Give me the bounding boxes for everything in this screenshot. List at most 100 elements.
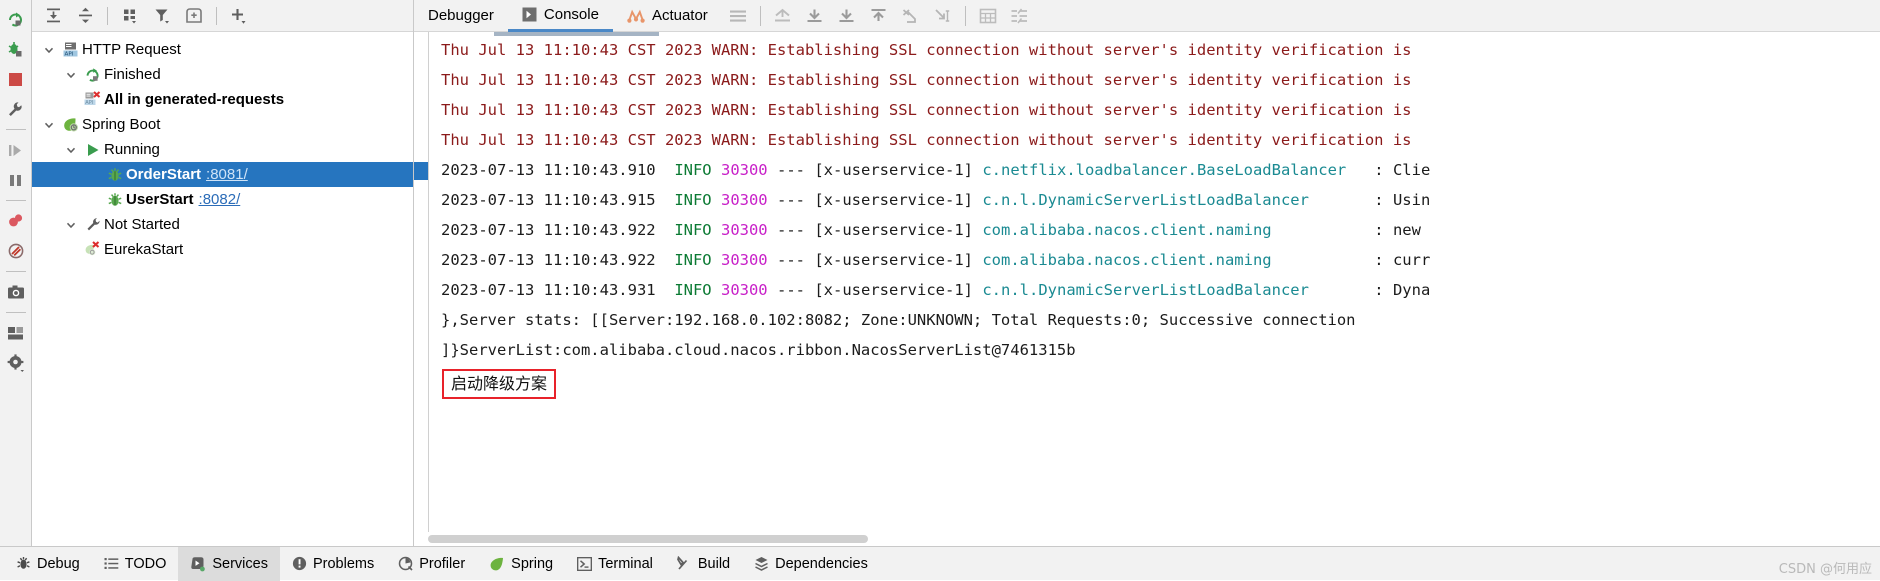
tab-debugger[interactable]: Debugger <box>414 0 508 32</box>
tree-node-port-link[interactable]: :8082/ <box>199 191 241 208</box>
scrollbar-thumb[interactable] <box>428 535 868 543</box>
status-item-label: Spring <box>511 555 554 572</box>
gutter-marker <box>414 162 428 180</box>
services-tree-panel: API HTTP Request Finished API All in gen… <box>32 0 414 546</box>
tree-node-label: OrderStart <box>126 166 202 183</box>
spring-leaf-icon <box>489 557 505 571</box>
group-by-icon[interactable] <box>115 3 145 29</box>
log-warn-text: Thu Jul 13 11:10:43 CST 2023 WARN: Estab… <box>441 101 1412 119</box>
tree-node-running[interactable]: Running <box>32 137 413 162</box>
wrench-settings-icon[interactable] <box>2 94 30 124</box>
log-message: Dyna <box>1392 281 1431 299</box>
run-tool-vertical-toolbar <box>0 0 32 546</box>
tree-node-finished[interactable]: Finished <box>32 62 413 87</box>
log-logger: c.netflix.loadbalancer.BaseLoadBalancer <box>982 161 1347 179</box>
rerun-icon[interactable] <box>2 4 30 34</box>
log-thread: [x-userservice-1] <box>814 281 973 299</box>
chevron-down-icon[interactable] <box>60 219 82 231</box>
resume-program-icon[interactable] <box>2 135 30 165</box>
console-log-text[interactable]: Thu Jul 13 11:10:43 CST 2023 WARN: Estab… <box>429 32 1880 546</box>
log-colon: : <box>1374 191 1393 209</box>
settings-gear-icon[interactable] <box>2 348 30 378</box>
tree-node-not-started[interactable]: Not Started <box>32 212 413 237</box>
print-icon[interactable] <box>831 3 863 29</box>
log-level: INFO <box>674 281 712 299</box>
log-logger: com.alibaba.nacos.client.naming <box>982 221 1272 239</box>
view-breakpoints-icon[interactable] <box>2 206 30 236</box>
log-line: 启动降级方案 <box>441 365 1880 401</box>
problems-icon <box>292 556 307 571</box>
chevron-down-icon[interactable] <box>60 69 82 81</box>
bug-green-icon <box>104 192 126 208</box>
soft-wrap-icon[interactable] <box>722 3 754 29</box>
add-service-icon[interactable] <box>224 3 254 29</box>
camera-snapshot-icon[interactable] <box>2 277 30 307</box>
status-item-build[interactable]: Build <box>665 547 742 581</box>
status-item-terminal[interactable]: Terminal <box>565 547 665 581</box>
status-item-label: Terminal <box>598 555 653 572</box>
log-colon: : <box>1374 281 1393 299</box>
stop-icon[interactable] <box>2 64 30 94</box>
tab-actuator[interactable]: Actuator <box>613 0 722 32</box>
expand-all-icon[interactable] <box>38 3 68 29</box>
tree-node-label: Running <box>104 141 160 158</box>
chevron-down-icon[interactable] <box>38 119 60 131</box>
chevron-down-icon[interactable] <box>60 144 82 156</box>
tree-node-http-request[interactable]: API HTTP Request <box>32 37 413 62</box>
status-item-profiler[interactable]: Profiler <box>386 547 477 581</box>
clear-all-icon[interactable] <box>895 3 927 29</box>
log-plain-text: },Server stats: [[Server:192.168.0.102:8… <box>441 311 1356 329</box>
add-tab-icon[interactable] <box>179 3 209 29</box>
log-level: INFO <box>674 251 712 269</box>
tree-node-eureka-start[interactable]: EurekaStart <box>32 237 413 262</box>
rerun-debug-icon[interactable] <box>2 34 30 64</box>
pause-program-icon[interactable] <box>2 165 30 195</box>
layout-icon[interactable] <box>2 318 30 348</box>
tree-node-order-start[interactable]: OrderStart :8081/ <box>32 162 413 187</box>
status-item-debug[interactable]: Debug <box>4 547 92 581</box>
status-item-todo[interactable]: TODO <box>92 547 179 581</box>
console-output-area[interactable]: Thu Jul 13 11:10:43 CST 2023 WARN: Estab… <box>414 32 1880 546</box>
collapse-all-icon[interactable] <box>70 3 100 29</box>
log-separator: --- <box>777 191 805 209</box>
log-line: 2023-07-13 11:10:43.915 INFO 30300 --- [… <box>441 185 1880 215</box>
log-warn-text: Thu Jul 13 11:10:43 CST 2023 WARN: Estab… <box>441 71 1412 89</box>
status-item-spring[interactable]: Spring <box>477 547 565 581</box>
status-item-problems[interactable]: Problems <box>280 547 386 581</box>
tree-node-spring-boot[interactable]: Spring Boot <box>32 112 413 137</box>
services-tree[interactable]: API HTTP Request Finished API All in gen… <box>32 32 413 546</box>
scroll-to-end-icon[interactable] <box>799 3 831 29</box>
up-the-stack-icon[interactable] <box>863 3 895 29</box>
console-panel: Debugger Console Actuator Thu Jul 13 11:… <box>414 0 1880 546</box>
chevron-down-icon[interactable] <box>38 44 60 56</box>
api-icon: API <box>60 41 82 58</box>
console-icon <box>522 7 537 22</box>
tree-node-label: Not Started <box>104 216 180 233</box>
align-lines-icon[interactable] <box>1004 3 1036 29</box>
tree-node-user-start[interactable]: UserStart :8082/ <box>32 187 413 212</box>
log-pid: 30300 <box>720 161 768 179</box>
log-separator: --- <box>777 221 805 239</box>
svg-text:API: API <box>64 51 73 57</box>
tree-node-label: UserStart <box>126 191 194 208</box>
api-error-icon: API <box>82 91 104 108</box>
tree-node-label: Spring Boot <box>82 116 161 133</box>
table-view-icon[interactable] <box>972 3 1004 29</box>
spring-leaf-icon <box>60 117 82 133</box>
tree-node-label: HTTP Request <box>82 41 181 58</box>
status-item-services[interactable]: Services <box>178 546 280 581</box>
ide-window: API HTTP Request Finished API All in gen… <box>0 0 1880 581</box>
tree-node-all-in-generated-requests[interactable]: API All in generated-requests <box>32 87 413 112</box>
log-logger: c.n.l.DynamicServerListLoadBalancer <box>982 191 1309 209</box>
status-item-dependencies[interactable]: Dependencies <box>742 547 880 581</box>
mute-breakpoints-icon[interactable] <box>2 236 30 266</box>
scroll-to-top-icon[interactable] <box>767 3 799 29</box>
log-colon: : <box>1374 161 1393 179</box>
tab-console[interactable]: Console <box>507 0 613 32</box>
down-the-stack-icon[interactable] <box>927 3 959 29</box>
tree-node-port-link[interactable]: :8081/ <box>206 166 248 183</box>
console-horizontal-scrollbar[interactable] <box>414 532 1880 546</box>
status-item-label: Services <box>212 555 268 572</box>
log-line: 2023-07-13 11:10:43.910 INFO 30300 --- [… <box>441 155 1880 185</box>
filter-icon[interactable] <box>147 3 177 29</box>
